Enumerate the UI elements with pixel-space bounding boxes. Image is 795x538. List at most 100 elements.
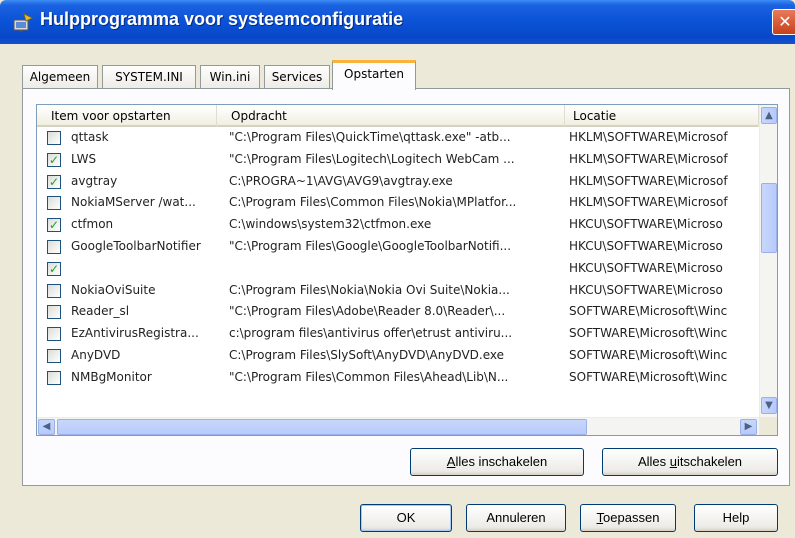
cell-command: C:\Program Files\SlySoft\AnyDVD\AnyDVD.e…	[229, 347, 504, 362]
window-title: Hulpprogramma voor systeemconfiguratie	[40, 9, 404, 29]
startup-checkbox[interactable]	[47, 131, 61, 145]
cell-command: "C:\Program Files\Logitech\Logitech WebC…	[229, 151, 515, 166]
cell-item	[71, 258, 217, 280]
cell-item: Reader_sl	[71, 304, 130, 319]
enable-all-button[interactable]: Alles inschakelen	[410, 448, 584, 476]
horizontal-scrollbar[interactable]: ◀ ▶	[37, 417, 759, 435]
startup-checkbox[interactable]	[47, 283, 61, 298]
cell-location: HKCU\SOFTWARE\Microso	[569, 238, 723, 253]
chevron-left-icon: ◀	[42, 421, 51, 432]
scroll-up-button[interactable]: ▲	[761, 107, 777, 124]
column-header-location[interactable]: Locatie	[565, 105, 759, 127]
startup-checkbox[interactable]	[47, 370, 61, 385]
column-header-command[interactable]: Opdracht	[217, 105, 565, 127]
cell-command: C:\windows\system32\ctfmon.exe	[229, 217, 432, 232]
chevron-right-icon: ▶	[744, 421, 753, 432]
cell-location: SOFTWARE\Microsoft\Winc	[569, 347, 728, 362]
cell-item: AnyDVD	[71, 347, 121, 362]
table-row[interactable]: AnyDVD C:\Program Files\SlySoft\AnyDVD\An…	[37, 345, 759, 367]
scroll-corner	[759, 417, 777, 435]
cell-item: NMBgMonitor	[71, 369, 152, 384]
cell-item: NokiaOviSuite	[71, 282, 156, 297]
apply-button[interactable]: Toepassen	[580, 504, 676, 532]
cell-item: NokiaMServer /wat...	[71, 195, 196, 210]
scroll-left-button[interactable]: ◀	[38, 419, 55, 435]
tab-algemeen[interactable]: Algemeen	[22, 65, 98, 89]
scroll-down-button[interactable]: ▼	[761, 397, 777, 414]
vertical-scroll-thumb[interactable]	[761, 183, 777, 253]
cell-location: HKLM\SOFTWARE\Microsof	[569, 151, 728, 166]
cell-command: "C:\Program Files\Common Files\Ahead\Lib…	[229, 369, 509, 384]
chevron-down-icon: ▼	[765, 400, 773, 411]
disable-all-button[interactable]: Alles uitschakelen	[602, 448, 778, 476]
startup-checkbox[interactable]	[47, 196, 61, 211]
chevron-up-icon: ▲	[765, 110, 773, 121]
startup-checkbox[interactable]: ✓	[47, 174, 61, 189]
table-row[interactable]: Reader_sl "C:\Program Files\Adobe\Reader …	[37, 301, 759, 323]
cell-command	[229, 258, 565, 280]
table-row[interactable]: ✓ avgtray C:\PROGRA~1\AVG\AVG9\avgtray.exe…	[37, 171, 759, 193]
msconfig-icon	[13, 13, 33, 32]
cell-location: HKLM\SOFTWARE\Microsof	[569, 130, 728, 144]
table-row[interactable]: EzAntivirusRegistra... c:\program files\a…	[37, 323, 759, 345]
title-bar[interactable]: Hulpprogramma voor systeemconfiguratie	[0, 0, 795, 44]
disable-all-label-post: itschakelen	[676, 454, 743, 469]
cell-item: avgtray	[71, 173, 118, 188]
tab-win-ini[interactable]: Win.ini	[200, 65, 260, 89]
startup-checkbox[interactable]: ✓	[47, 261, 61, 276]
tab-opstarten[interactable]: Opstarten	[332, 60, 416, 90]
cell-location: HKCU\SOFTWARE\Microso	[569, 260, 723, 275]
startup-checkbox[interactable]	[47, 239, 61, 254]
help-button[interactable]: Help	[694, 504, 778, 532]
cell-item: EzAntivirusRegistra...	[71, 326, 199, 341]
table-row[interactable]: ✓ ctfmon C:\windows\system32\ctfmon.exe HKC…	[37, 214, 759, 236]
list-rows: qttask "C:\Program Files\QuickTime\qttask…	[37, 127, 759, 389]
table-row[interactable]: NokiaMServer /wat... C:\Program Files\Com…	[37, 192, 759, 214]
table-row[interactable]: qttask "C:\Program Files\QuickTime\qttask…	[37, 127, 759, 149]
startup-checkbox[interactable]	[47, 305, 61, 320]
cell-item: ctfmon	[71, 217, 114, 232]
tab-system-ini[interactable]: SYSTEM.INI	[102, 65, 196, 89]
cell-item: qttask	[71, 130, 109, 144]
table-row[interactable]: GoogleToolbarNotifier "C:\Program Files\G…	[37, 236, 759, 258]
startup-checkbox[interactable]	[47, 327, 61, 342]
disable-all-label-pre: Alles	[637, 454, 670, 469]
scroll-right-button[interactable]: ▶	[740, 419, 757, 435]
apply-label-post: oepassen	[603, 510, 660, 525]
horizontal-scroll-thumb[interactable]	[57, 419, 587, 435]
cell-item: GoogleToolbarNotifier	[71, 238, 201, 253]
table-row[interactable]: ✓ LWS "C:\Program Files\Logitech\Logitech …	[37, 149, 759, 171]
table-row[interactable]: NMBgMonitor "C:\Program Files\Common File…	[37, 367, 759, 389]
cell-location: SOFTWARE\Microsoft\Winc	[569, 369, 728, 384]
startup-checkbox[interactable]	[47, 348, 61, 363]
startup-checkbox[interactable]: ✓	[47, 152, 61, 167]
cell-location: SOFTWARE\Microsoft\Winc	[569, 326, 728, 341]
cell-command: "C:\Program Files\QuickTime\qttask.exe" …	[229, 130, 511, 144]
close-icon: ✕	[778, 12, 792, 31]
cell-command: C:\Program Files\Nokia\Nokia Ovi Suite\N…	[229, 282, 510, 297]
vertical-scrollbar[interactable]: ▲ ▼	[759, 105, 777, 417]
cell-location: SOFTWARE\Microsoft\Winc	[569, 304, 728, 319]
table-row[interactable]: ✓ HKCU\SOFTWARE\Microso	[37, 258, 759, 280]
enable-all-label-post: lles inschakelen	[455, 454, 548, 469]
column-header-item[interactable]: Item voor opstarten	[37, 105, 217, 127]
cell-location: HKCU\SOFTWARE\Microso	[569, 282, 723, 297]
close-button[interactable]: ✕	[772, 9, 795, 35]
startup-list[interactable]: Item voor opstarten Opdracht Locatie qtt…	[36, 104, 778, 436]
cell-command: "C:\Program Files\Adobe\Reader 8.0\Reade…	[229, 304, 506, 319]
system-config-window: Hulpprogramma voor systeemconfiguratie ✕…	[0, 0, 795, 538]
tab-services[interactable]: Services	[264, 65, 330, 89]
cancel-button[interactable]: Annuleren	[466, 504, 566, 532]
ok-button[interactable]: OK	[360, 504, 452, 532]
cell-location: HKLM\SOFTWARE\Microsof	[569, 195, 728, 210]
cell-command: C:\PROGRA~1\AVG\AVG9\avgtray.exe	[229, 173, 453, 188]
table-row[interactable]: NokiaOviSuite C:\Program Files\Nokia\Noki…	[37, 280, 759, 302]
cell-command: c:\program files\antivirus offer\etrust …	[229, 326, 513, 341]
startup-checkbox[interactable]: ✓	[47, 218, 61, 233]
cell-item: LWS	[71, 151, 97, 166]
cell-command: "C:\Program Files\Google\GoogleToolbarNo…	[229, 238, 512, 253]
disable-all-label-key: u	[669, 454, 677, 469]
cell-command: C:\Program Files\Common Files\Nokia\MPla…	[229, 195, 517, 210]
cell-location: HKCU\SOFTWARE\Microso	[569, 217, 723, 232]
cell-location: HKLM\SOFTWARE\Microsof	[569, 173, 728, 188]
